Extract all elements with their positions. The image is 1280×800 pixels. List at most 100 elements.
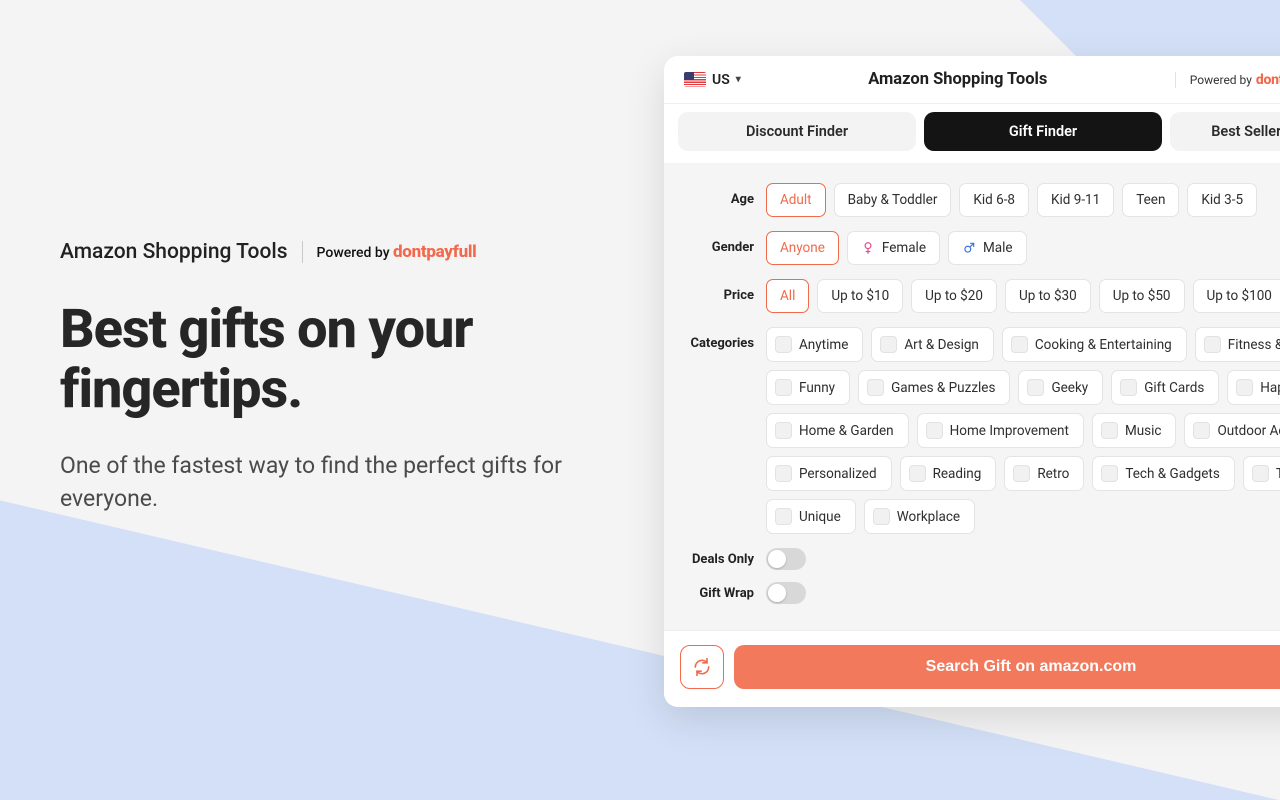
chip-category[interactable]: Home & Garden (766, 413, 909, 448)
chip-category-label: Music (1125, 423, 1162, 439)
row-gender: Gender Anyone Female Male (680, 231, 1280, 265)
chip-gender-female-label: Female (882, 240, 926, 256)
panel-brand: dontpayfull (1256, 72, 1280, 88)
divider (302, 241, 303, 263)
chip-category[interactable]: Personalized (766, 456, 892, 491)
chip-age-kid-6-8[interactable]: Kid 6-8 (959, 183, 1029, 217)
checkbox-icon (867, 379, 884, 396)
panel-header: US ▾ Amazon Shopping Tools Powered by do… (664, 56, 1280, 104)
chip-category[interactable]: Art & Design (871, 327, 994, 362)
checkbox-icon (926, 422, 943, 439)
chip-age-kid-3-5[interactable]: Kid 3-5 (1187, 183, 1257, 217)
chip-category-label: Retro (1037, 466, 1069, 482)
chip-category-label: Reading (933, 466, 982, 482)
tab-best-sellers[interactable]: Best Sellers (1170, 112, 1280, 151)
chip-age-kid-9-11[interactable]: Kid 9-11 (1037, 183, 1114, 217)
toggle-gift-wrap[interactable] (766, 582, 806, 604)
checkbox-icon (1011, 336, 1028, 353)
chip-category-label: Geeky (1051, 380, 1088, 396)
refresh-icon (692, 657, 712, 677)
chip-price-all[interactable]: All (766, 279, 809, 313)
tab-gift-finder[interactable]: Gift Finder (924, 112, 1162, 151)
chip-category[interactable]: Hap (1227, 370, 1280, 405)
row-age: Age Adult Baby & Toddler Kid 6-8 Kid 9-1… (680, 183, 1280, 217)
price-chips: All Up to $10 Up to $20 Up to $30 Up to … (766, 279, 1280, 313)
checkbox-icon (1027, 379, 1044, 396)
checkbox-icon (1101, 422, 1118, 439)
chip-category-label: Hap (1260, 380, 1280, 396)
chip-category-label: Tech & Gadgets (1125, 466, 1219, 482)
label-gift-wrap: Gift Wrap (680, 586, 766, 601)
checkbox-icon (775, 336, 792, 353)
label-deals-only: Deals Only (680, 552, 766, 567)
chip-category[interactable]: Tra (1243, 456, 1280, 491)
flag-us-icon (684, 72, 706, 87)
reset-button[interactable] (680, 645, 724, 689)
chip-category-label: Outdoor Ad (1217, 423, 1280, 439)
chevron-down-icon: ▾ (736, 74, 741, 85)
chip-gender-female[interactable]: Female (847, 231, 940, 265)
locale-code: US (712, 72, 730, 88)
tabs: Discount Finder Gift Finder Best Sellers (664, 104, 1280, 163)
promo-powered-label: Powered by (317, 245, 390, 261)
chip-category[interactable]: Music (1092, 413, 1177, 448)
category-chips: Anytime Art & Design Cooking & Entertainin… (766, 327, 1280, 534)
chip-category[interactable]: Geeky (1018, 370, 1103, 405)
chip-category[interactable]: Cooking & Entertaining (1002, 327, 1187, 362)
tab-discount-finder[interactable]: Discount Finder (678, 112, 916, 151)
chip-category-label: Tra (1276, 466, 1280, 482)
chip-category[interactable]: Tech & Gadgets (1092, 456, 1234, 491)
locale-selector[interactable]: US ▾ (684, 72, 741, 88)
chip-category[interactable]: Outdoor Ad (1184, 413, 1280, 448)
chip-age-teen[interactable]: Teen (1122, 183, 1179, 217)
checkbox-icon (873, 508, 890, 525)
checkbox-icon (1193, 422, 1210, 439)
checkbox-icon (775, 379, 792, 396)
chip-category[interactable]: Home Improvement (917, 413, 1084, 448)
chip-category[interactable]: Anytime (766, 327, 863, 362)
chip-category[interactable]: Funny (766, 370, 850, 405)
label-age: Age (680, 183, 766, 207)
chip-age-adult[interactable]: Adult (766, 183, 826, 217)
checkbox-icon (880, 336, 897, 353)
row-categories: Categories AnytimeArt & DesignCooking & … (680, 327, 1280, 534)
promo-brand: dontpayfull (393, 242, 476, 262)
chip-category-label: Funny (799, 380, 835, 396)
chip-category-label: Unique (799, 509, 841, 525)
checkbox-icon (775, 465, 792, 482)
chip-category-label: Anytime (799, 337, 848, 353)
chip-category[interactable]: Reading (900, 456, 997, 491)
panel-powered-label: Powered by (1190, 73, 1252, 87)
chip-price-10[interactable]: Up to $10 (817, 279, 903, 313)
age-chips: Adult Baby & Toddler Kid 6-8 Kid 9-11 Te… (766, 183, 1257, 217)
chip-category[interactable]: Gift Cards (1111, 370, 1219, 405)
chip-price-20[interactable]: Up to $20 (911, 279, 997, 313)
chip-category-label: Gift Cards (1144, 380, 1204, 396)
female-icon (861, 241, 875, 255)
search-gift-button[interactable]: Search Gift on amazon.com (734, 645, 1280, 689)
checkbox-icon (909, 465, 926, 482)
chip-category[interactable]: Fitness & (1195, 327, 1280, 362)
checkbox-icon (1204, 336, 1221, 353)
checkbox-icon (1252, 465, 1269, 482)
panel-footer: Search Gift on amazon.com (664, 630, 1280, 707)
checkbox-icon (1101, 465, 1118, 482)
chip-category[interactable]: Workplace (864, 499, 975, 534)
promo-header: Amazon Shopping Tools Powered by dontpay… (60, 240, 580, 264)
chip-category[interactable]: Unique (766, 499, 856, 534)
filters-body: Age Adult Baby & Toddler Kid 6-8 Kid 9-1… (664, 163, 1280, 630)
chip-price-30[interactable]: Up to $30 (1005, 279, 1091, 313)
chip-category[interactable]: Retro (1004, 456, 1084, 491)
tool-panel: US ▾ Amazon Shopping Tools Powered by do… (664, 56, 1280, 707)
chip-gender-anyone[interactable]: Anyone (766, 231, 839, 265)
label-gender: Gender (680, 231, 766, 255)
checkbox-icon (1013, 465, 1030, 482)
chip-category-label: Art & Design (904, 337, 979, 353)
chip-gender-male[interactable]: Male (948, 231, 1027, 265)
row-price: Price All Up to $10 Up to $20 Up to $30 … (680, 279, 1280, 313)
chip-price-100[interactable]: Up to $100 (1193, 279, 1280, 313)
chip-price-50[interactable]: Up to $50 (1099, 279, 1185, 313)
chip-category[interactable]: Games & Puzzles (858, 370, 1010, 405)
chip-age-baby[interactable]: Baby & Toddler (834, 183, 952, 217)
toggle-deals-only[interactable] (766, 548, 806, 570)
